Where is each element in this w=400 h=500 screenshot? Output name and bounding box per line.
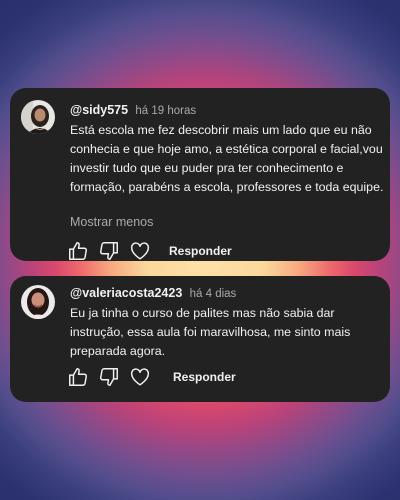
username[interactable]: @sidy575: [70, 103, 128, 117]
timestamp[interactable]: há 19 horas: [135, 105, 196, 117]
avatar[interactable]: [21, 285, 55, 319]
comment-text: Está escola me fez descobrir mais um lad…: [70, 123, 384, 194]
comment-actions: Responder: [67, 240, 232, 262]
comment-actions: Responder: [67, 366, 236, 388]
username[interactable]: @valeriacosta2423: [70, 286, 182, 300]
heart-icon[interactable]: [129, 240, 151, 262]
show-less-link[interactable]: Mostrar menos: [70, 215, 153, 229]
thumbs-down-icon[interactable]: [98, 240, 120, 262]
reply-button[interactable]: Responder: [173, 370, 236, 384]
heart-icon[interactable]: [129, 366, 151, 388]
thumbs-down-icon[interactable]: [98, 366, 120, 388]
reply-button[interactable]: Responder: [169, 244, 232, 258]
comment-card: @sidy575 há 19 horas Está escola me fez …: [10, 88, 390, 261]
comment-card: @valeriacosta2423 há 4 dias Eu ja tinha …: [10, 276, 390, 402]
comment-text: Eu ja tinha o curso de palites mas não s…: [70, 306, 351, 358]
avatar[interactable]: [21, 100, 55, 134]
comment-header: @sidy575 há 19 horas: [70, 103, 196, 117]
comment-header: @valeriacosta2423 há 4 dias: [70, 286, 236, 300]
timestamp[interactable]: há 4 dias: [190, 288, 237, 300]
thumbs-up-icon[interactable]: [67, 366, 89, 388]
thumbs-up-icon[interactable]: [67, 240, 89, 262]
